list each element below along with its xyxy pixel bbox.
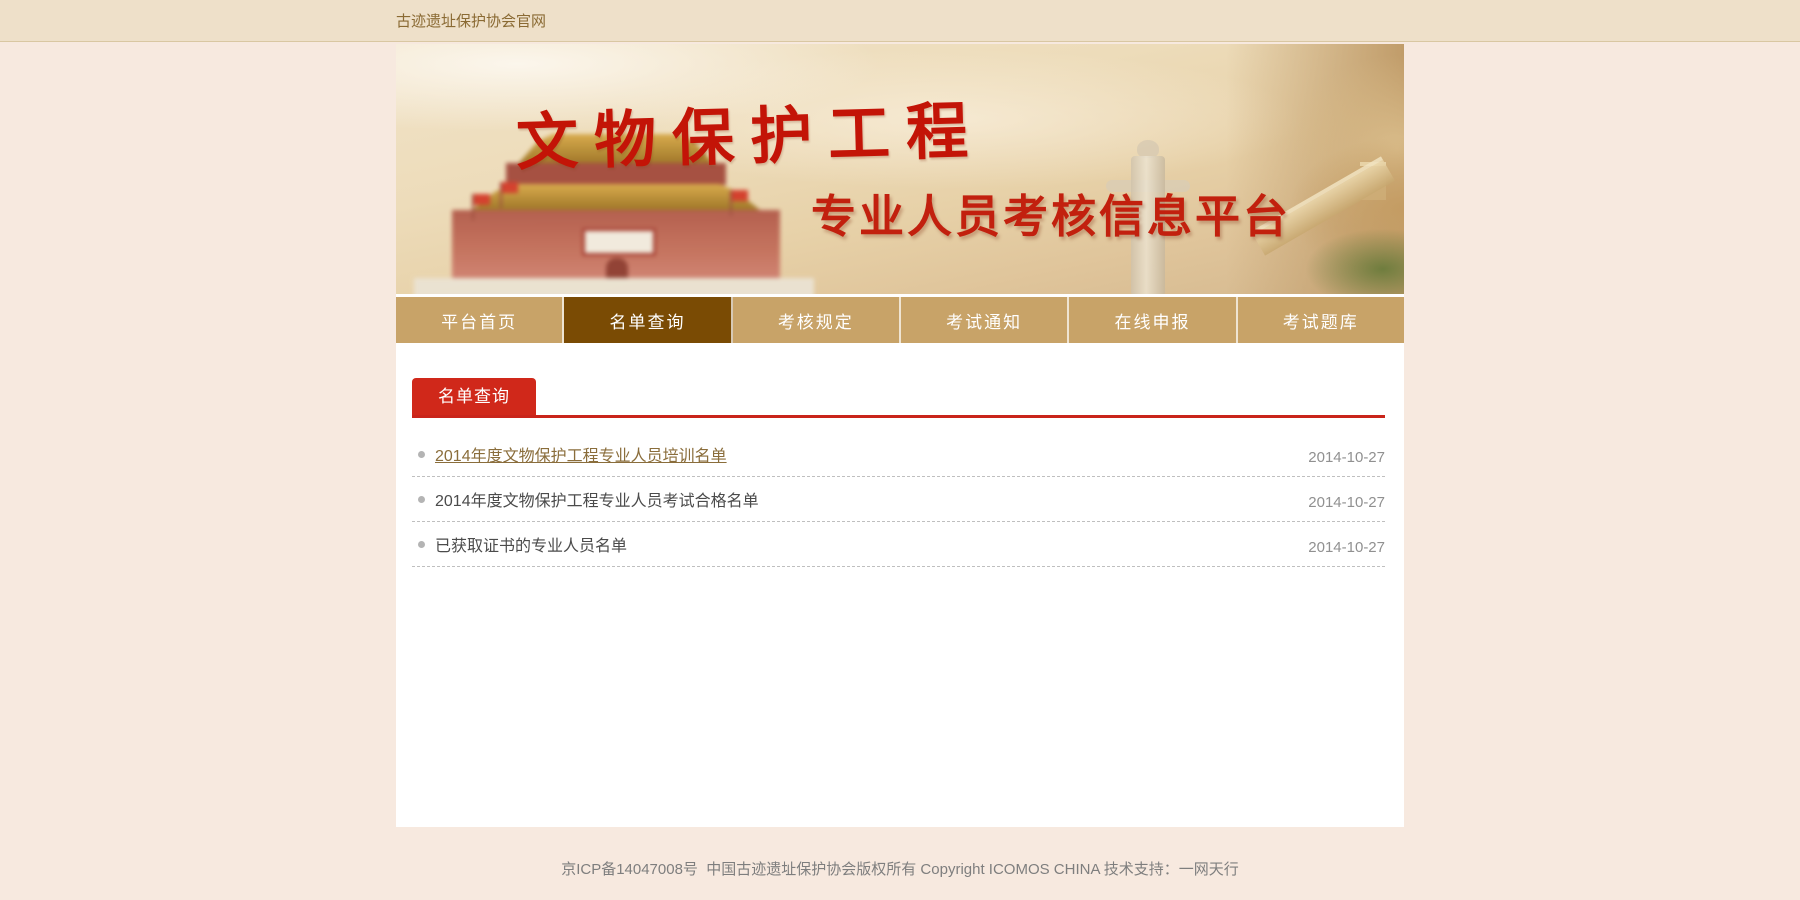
nav-item-exam-notice[interactable]: 考试通知 — [901, 297, 1069, 343]
bullet-icon — [418, 541, 425, 548]
footer-copyright: 京ICP备14047008号 中国古迹遗址保护协会版权所有 Copyright … — [561, 858, 1239, 900]
red-flag-icon — [474, 194, 490, 205]
topbar: 古迹遗址保护协会官网 — [0, 0, 1800, 42]
nav-item-home[interactable]: 平台首页 — [396, 297, 564, 343]
red-flag-icon — [502, 182, 518, 193]
news-list: 2014年度文物保护工程专业人员培训名单 2014-10-27 2014年度文物… — [412, 432, 1385, 567]
main-column: 文物保护工程 专业人员考核信息平台 平台首页 名单查询 考核规定 考试通知 在线… — [396, 44, 1404, 827]
bullet-icon — [418, 451, 425, 458]
red-flag-icon — [732, 190, 748, 201]
tiananmen-base — [414, 278, 814, 297]
list-item: 2014年度文物保护工程专业人员考试合格名单 2014-10-27 — [412, 477, 1385, 522]
section-title-tab: 名单查询 — [412, 378, 536, 415]
banner: 文物保护工程 专业人员考核信息平台 — [396, 44, 1404, 297]
content-panel: 名单查询 2014年度文物保护工程专业人员培训名单 2014-10-27 201… — [396, 343, 1404, 827]
nav-item-online-application[interactable]: 在线申报 — [1069, 297, 1237, 343]
list-item: 已获取证书的专业人员名单 2014-10-27 — [412, 522, 1385, 567]
nav-item-list-query[interactable]: 名单查询 — [564, 297, 732, 343]
news-link[interactable]: 已获取证书的专业人员名单 — [435, 532, 627, 556]
list-item: 2014年度文物保护工程专业人员培训名单 2014-10-27 — [412, 432, 1385, 477]
tiananmen-portrait — [582, 228, 656, 256]
tiananmen-gate — [606, 258, 628, 278]
great-wall-photo — [1226, 44, 1404, 294]
news-date: 2014-10-27 — [1308, 539, 1385, 556]
association-site-link[interactable]: 古迹遗址保护协会官网 — [396, 10, 546, 31]
main-nav: 平台首页 名单查询 考核规定 考试通知 在线申报 考试题库 — [396, 297, 1404, 343]
bullet-icon — [418, 496, 425, 503]
news-link[interactable]: 2014年度文物保护工程专业人员培训名单 — [435, 442, 727, 466]
news-date: 2014-10-27 — [1308, 449, 1385, 466]
nav-item-exam-bank[interactable]: 考试题库 — [1238, 297, 1404, 343]
section-header: 名单查询 — [412, 378, 1385, 418]
nav-item-assessment-rules[interactable]: 考核规定 — [733, 297, 901, 343]
news-link[interactable]: 2014年度文物保护工程专业人员考试合格名单 — [435, 487, 759, 511]
banner-title: 文物保护工程 — [515, 80, 985, 182]
news-date: 2014-10-27 — [1308, 494, 1385, 511]
banner-subtitle: 专业人员考核信息平台 — [811, 180, 1291, 245]
topbar-inner: 古迹遗址保护协会官网 — [396, 0, 1404, 41]
footer: 京ICP备14047008号 中国古迹遗址保护协会版权所有 Copyright … — [0, 827, 1800, 900]
